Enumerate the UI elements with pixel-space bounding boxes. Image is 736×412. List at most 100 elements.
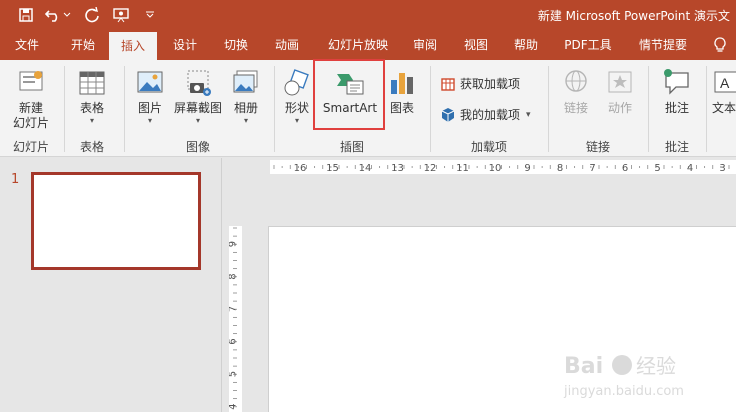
- table-icon: [79, 71, 105, 95]
- table-button[interactable]: 表格 ▾: [70, 68, 114, 126]
- ruler-label: 13: [391, 163, 404, 174]
- tab-insert[interactable]: 插入: [109, 32, 157, 60]
- ruler-label: 16: [294, 163, 307, 174]
- ruler-label: 7: [589, 163, 595, 174]
- group-separator: [548, 66, 549, 152]
- group-label-addins: 加载项: [470, 140, 507, 154]
- window-title: 新建 Microsoft PowerPoint 演示文: [537, 9, 730, 23]
- group-separator: [64, 66, 65, 152]
- group-separator: [648, 66, 649, 152]
- shapes-button[interactable]: 形状 ▾: [280, 68, 314, 126]
- ruler-label: 10: [489, 163, 502, 174]
- ruler-label: 5: [654, 163, 660, 174]
- chevron-down-icon: ▾: [147, 116, 152, 125]
- baidu-watermark: Bai 经验 jingyan.baidu.com: [563, 354, 684, 399]
- ruler-label: 12: [424, 163, 437, 174]
- slideshow-icon[interactable]: [111, 5, 131, 25]
- picture-button[interactable]: 图片 ▾: [130, 68, 170, 126]
- chevron-down-icon: ▾: [195, 116, 200, 125]
- my-addins-button[interactable]: 我的加载项 ▾: [440, 106, 531, 123]
- svg-text:A: A: [720, 75, 730, 91]
- group-separator: [124, 66, 125, 152]
- horizontal-ruler: 1615141312111098765432: [270, 160, 736, 174]
- addin-cube-icon: [441, 107, 455, 122]
- ruler-label: 14: [359, 163, 372, 174]
- photo-album-button[interactable]: 相册 ▾: [226, 68, 266, 126]
- new-slide-icon: [19, 71, 43, 91]
- ruler-label: 4: [687, 163, 693, 174]
- get-addins-label: 获取加载项: [460, 77, 521, 91]
- tab-transitions[interactable]: 切换: [213, 30, 259, 60]
- textbox-icon: A: [714, 71, 736, 93]
- link-button[interactable]: 链接: [556, 68, 596, 116]
- link-label-1: 链接: [563, 101, 588, 115]
- group-separator: [706, 66, 707, 152]
- action-label: 动作: [607, 101, 632, 115]
- tab-home[interactable]: 开始: [60, 30, 106, 60]
- tab-pdf-tools[interactable]: PDF工具: [558, 30, 618, 60]
- tab-review[interactable]: 审阅: [402, 30, 448, 60]
- customize-icon[interactable]: [140, 5, 160, 25]
- ruler-label: 6: [622, 163, 628, 174]
- table-label: 表格: [79, 101, 104, 115]
- ruler-label: 11: [456, 163, 469, 174]
- action-star-icon: [608, 71, 632, 93]
- my-addins-label: 我的加载项: [460, 108, 521, 122]
- tab-view[interactable]: 视图: [453, 30, 499, 60]
- group-separator: [430, 66, 431, 152]
- screenshot-button[interactable]: 屏幕截图 ▾: [172, 68, 224, 126]
- group-label-slides: 幻灯片: [12, 140, 49, 154]
- undo-icon[interactable]: [44, 5, 64, 25]
- tab-help[interactable]: 帮助: [503, 30, 549, 60]
- group-separator: [274, 66, 275, 152]
- ruler-label: 9: [524, 163, 530, 174]
- vertical-ruler: 9 8 7 6 5 4: [229, 226, 242, 412]
- slide-thumbnail-pane: 1: [0, 158, 222, 412]
- ribbon-tabs: 文件 开始 插入 设计 切换 动画 幻灯片放映 审阅 视图 帮助 PDF工具 情…: [0, 30, 736, 60]
- ruler-label: 15: [326, 163, 339, 174]
- tab-animations[interactable]: 动画: [264, 30, 310, 60]
- ruler-label: 4: [229, 403, 239, 409]
- new-slide-label-2: 幻灯片: [12, 116, 49, 130]
- text-label: 文本: [712, 101, 736, 115]
- picture-label: 图片: [137, 101, 162, 115]
- tab-slideshow[interactable]: 幻灯片放映: [320, 30, 396, 60]
- undo-dropdown-icon[interactable]: [62, 5, 72, 25]
- shapes-label: 形状: [284, 101, 309, 115]
- text-button[interactable]: A 文本: [712, 68, 736, 116]
- tab-design[interactable]: 设计: [162, 30, 208, 60]
- shapes-icon: [284, 69, 309, 96]
- title-bar: 新建 Microsoft PowerPoint 演示文: [0, 0, 736, 30]
- slide-number: 1: [11, 172, 20, 187]
- slide-thumbnail[interactable]: [31, 172, 201, 270]
- ruler-label: 8: [557, 163, 563, 174]
- photo-album-label: 相册: [233, 101, 258, 115]
- get-addins-button[interactable]: 获取加载项: [440, 75, 520, 92]
- chevron-down-icon: ▾: [243, 116, 248, 125]
- smartart-highlight-box: [313, 59, 385, 130]
- ruler-label: 3: [719, 163, 725, 174]
- group-label-illustrations: 插图: [339, 140, 364, 154]
- new-slide-button[interactable]: 新建 幻灯片: [6, 68, 56, 131]
- redo-icon[interactable]: [82, 5, 102, 25]
- svg-text:Bai: Bai: [564, 354, 603, 379]
- lightbulb-icon[interactable]: [712, 37, 728, 53]
- comment-icon: [664, 69, 689, 95]
- photo-album-icon: [233, 70, 258, 93]
- group-label-comments: 批注: [664, 140, 689, 154]
- ruler-label: 5: [229, 371, 239, 377]
- tab-storyboard[interactable]: 情节提要: [632, 30, 694, 60]
- screenshot-label: 屏幕截图: [173, 101, 222, 115]
- chart-button[interactable]: 图表: [384, 68, 420, 116]
- chart-label: 图表: [389, 101, 414, 115]
- svg-text:jingyan.baidu.com: jingyan.baidu.com: [563, 384, 684, 399]
- action-button[interactable]: 动作: [600, 68, 640, 116]
- store-icon: [441, 77, 455, 91]
- comment-button[interactable]: 批注: [656, 68, 698, 116]
- chevron-down-icon: ▾: [294, 116, 299, 125]
- picture-icon: [137, 71, 163, 93]
- chevron-down-icon: ▾: [89, 116, 94, 125]
- screenshot-icon: [187, 70, 211, 96]
- tab-file[interactable]: 文件: [4, 30, 50, 60]
- save-icon[interactable]: [16, 5, 36, 25]
